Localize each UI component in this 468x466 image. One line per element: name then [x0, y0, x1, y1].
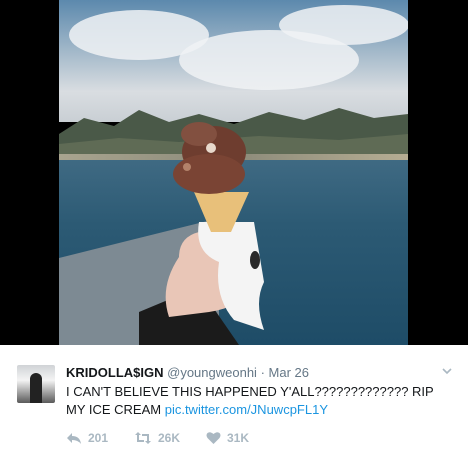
ice-cream-photo[interactable] — [59, 0, 408, 345]
tweet-media[interactable] — [0, 0, 468, 345]
heart-icon — [206, 431, 221, 445]
like-count: 31K — [227, 431, 250, 445]
tweet-header: KRIDOLLA$IGN @youngweonhi · Mar 26 — [66, 365, 309, 380]
hand-holding-cone — [139, 122, 264, 345]
tweet[interactable]: KRIDOLLA$IGN @youngweonhi · Mar 26 I CAN… — [0, 345, 468, 466]
reply-count: 201 — [88, 431, 109, 445]
like-button[interactable]: 31K — [206, 431, 249, 445]
tweet-text: I CAN'T BELIEVE THIS HAPPENED Y'ALL?????… — [66, 383, 456, 419]
media-link[interactable]: pic.twitter.com/JNuwcpFL1Y — [165, 402, 328, 417]
retweet-count: 26K — [158, 431, 181, 445]
retweet-button[interactable]: 26K — [134, 431, 180, 445]
reply-icon — [66, 431, 82, 445]
reply-button[interactable]: 201 — [66, 431, 108, 445]
tweet-date[interactable]: Mar 26 — [269, 365, 309, 380]
user-handle[interactable]: @youngweonhi — [167, 365, 257, 380]
chevron-down-icon[interactable] — [440, 364, 454, 378]
display-name[interactable]: KRIDOLLA$IGN — [66, 365, 164, 380]
separator: · — [260, 365, 265, 380]
cloud — [279, 5, 408, 45]
avatar[interactable] — [17, 365, 55, 403]
retweet-icon — [134, 431, 152, 445]
